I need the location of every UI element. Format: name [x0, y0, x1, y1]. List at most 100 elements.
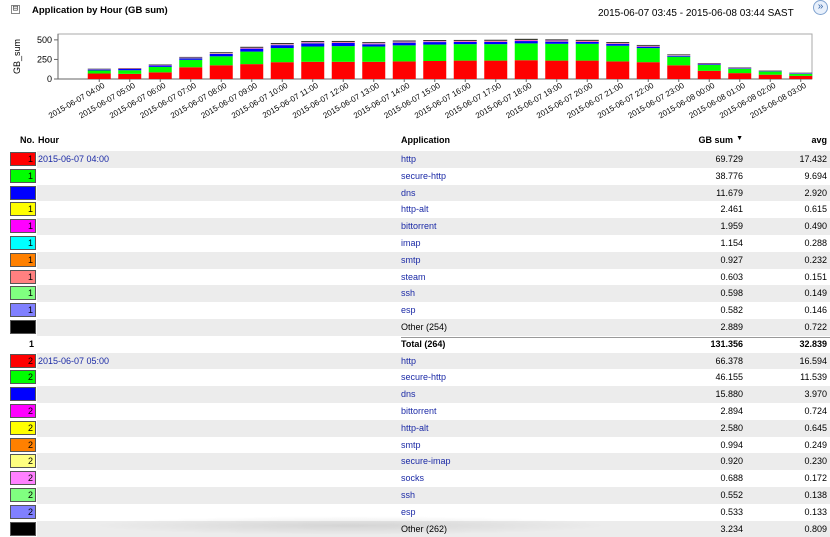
bar-segment: [515, 43, 538, 60]
table-row[interactable]: 1imap1.1540.288: [0, 235, 830, 252]
bar-segment: [789, 76, 812, 79]
avg-value: 0.232: [804, 255, 827, 265]
table-row[interactable]: 12015-06-07 04:00http69.72917.432: [0, 151, 830, 168]
total-row[interactable]: 1Total (264)131.35632.839: [0, 336, 830, 353]
col-application[interactable]: Application: [401, 135, 450, 145]
bar-segment: [576, 42, 599, 44]
bar-segment: [423, 41, 446, 42]
bar-segment: [118, 74, 141, 79]
row-number: 1: [10, 339, 36, 349]
table-row[interactable]: 2secure-http46.15511.539: [0, 369, 830, 386]
bar-segment: [271, 62, 294, 79]
bar-segment: [240, 47, 263, 48]
hour-link[interactable]: 2015-06-07 05:00: [38, 356, 109, 366]
table-row[interactable]: 2smtp0.9940.249: [0, 437, 830, 454]
table-row[interactable]: 1ssh0.5980.149: [0, 285, 830, 302]
col-hour[interactable]: Hour: [38, 135, 59, 145]
bar-segment: [545, 41, 568, 42]
bar-segment: [606, 42, 629, 43]
table-row[interactable]: 1smtp0.9270.232: [0, 252, 830, 269]
application-link[interactable]: secure-http: [401, 372, 446, 382]
table-row[interactable]: 2ssh0.5520.138: [0, 487, 830, 504]
application-link[interactable]: ssh: [401, 490, 415, 500]
bar-segment: [393, 61, 416, 79]
table-row[interactable]: 2bittorrent2.8940.724: [0, 403, 830, 420]
table-row[interactable]: 1bittorrent1.9590.490: [0, 218, 830, 235]
avg-value: 16.594: [799, 356, 827, 366]
bar-segment: [88, 74, 111, 79]
bar-segment: [576, 40, 599, 41]
table-row[interactable]: 2socks0.6880.172: [0, 470, 830, 487]
color-swatch: 2: [10, 471, 36, 485]
application-link[interactable]: http: [401, 154, 416, 164]
application-link[interactable]: socks: [401, 473, 424, 483]
color-swatch: 2: [10, 522, 36, 536]
bar-segment: [423, 61, 446, 79]
avg-value: 0.151: [804, 272, 827, 282]
application-link[interactable]: ssh: [401, 288, 415, 298]
avg-value: 0.230: [804, 456, 827, 466]
gb-sum-value: 0.582: [720, 305, 743, 315]
report-header: ⊟ Application by Hour (GB sum) 2015-06-0…: [0, 0, 830, 26]
application-link[interactable]: imap: [401, 238, 421, 248]
bar-segment: [545, 44, 568, 61]
sort-desc-icon[interactable]: ▼: [736, 135, 743, 142]
chevron-double-down-icon[interactable]: »: [813, 0, 828, 15]
application-link[interactable]: esp: [401, 305, 416, 315]
gb-sum-value: 0.552: [720, 490, 743, 500]
gb-sum-value: 1.959: [720, 221, 743, 231]
application-link[interactable]: bittorrent: [401, 406, 437, 416]
collapse-toggle[interactable]: ⊟: [11, 5, 20, 14]
bar-segment: [210, 54, 233, 56]
table-row[interactable]: 1Other (254)2.8890.722: [0, 319, 830, 336]
table-row[interactable]: 2http-alt2.5800.645: [0, 420, 830, 437]
application-link[interactable]: secure-http: [401, 171, 446, 181]
bar-segment: [301, 62, 324, 79]
table-row[interactable]: 2dns15.8803.970: [0, 386, 830, 403]
bar-segment: [393, 45, 416, 61]
col-avg[interactable]: avg: [811, 135, 827, 145]
bar-segment: [332, 41, 355, 42]
application-link[interactable]: bittorrent: [401, 221, 437, 231]
color-swatch: 1: [10, 169, 36, 183]
application-link[interactable]: http-alt: [401, 423, 429, 433]
bar-segment: [423, 40, 446, 41]
bar-segment: [454, 44, 477, 60]
table-row[interactable]: 1secure-http38.7769.694: [0, 168, 830, 185]
table-row[interactable]: 22015-06-07 05:00http66.37816.594: [0, 353, 830, 370]
bar-segment: [118, 69, 141, 70]
table-row[interactable]: 2secure-imap0.9200.230: [0, 453, 830, 470]
bar-segment: [637, 47, 660, 48]
application-link[interactable]: smtp: [401, 255, 421, 265]
bar-segment: [789, 74, 812, 76]
application-link[interactable]: secure-imap: [401, 456, 451, 466]
avg-value: 0.138: [804, 490, 827, 500]
avg-value: 9.694: [804, 171, 827, 181]
gb-sum-value: 0.920: [720, 456, 743, 466]
table-row[interactable]: 1dns11.6792.920: [0, 185, 830, 202]
color-swatch: 2: [10, 370, 36, 384]
table-row[interactable]: 1http-alt2.4610.615: [0, 201, 830, 218]
application-link[interactable]: smtp: [401, 440, 421, 450]
color-swatch: 1: [10, 286, 36, 300]
bar-segment: [118, 70, 141, 74]
application-link[interactable]: http: [401, 356, 416, 366]
application-link[interactable]: dns: [401, 188, 416, 198]
application-link[interactable]: dns: [401, 389, 416, 399]
application-link[interactable]: steam: [401, 272, 426, 282]
bar-segment: [301, 43, 324, 46]
y-axis: 0250500GB_sum: [12, 35, 58, 84]
col-gb-sum[interactable]: GB sum: [698, 135, 733, 145]
bar-segment: [484, 41, 507, 42]
table-row[interactable]: 1steam0.6030.151: [0, 269, 830, 286]
avg-value: 0.133: [804, 507, 827, 517]
application-link[interactable]: http-alt: [401, 204, 429, 214]
row-band: [37, 285, 830, 302]
col-no[interactable]: No.: [20, 135, 35, 145]
bar-segment: [698, 71, 721, 79]
bar-segment: [545, 61, 568, 79]
table-row[interactable]: 1esp0.5820.146: [0, 302, 830, 319]
hour-link[interactable]: 2015-06-07 04:00: [38, 154, 109, 164]
bar-segment: [576, 61, 599, 79]
avg-value: 0.645: [804, 423, 827, 433]
